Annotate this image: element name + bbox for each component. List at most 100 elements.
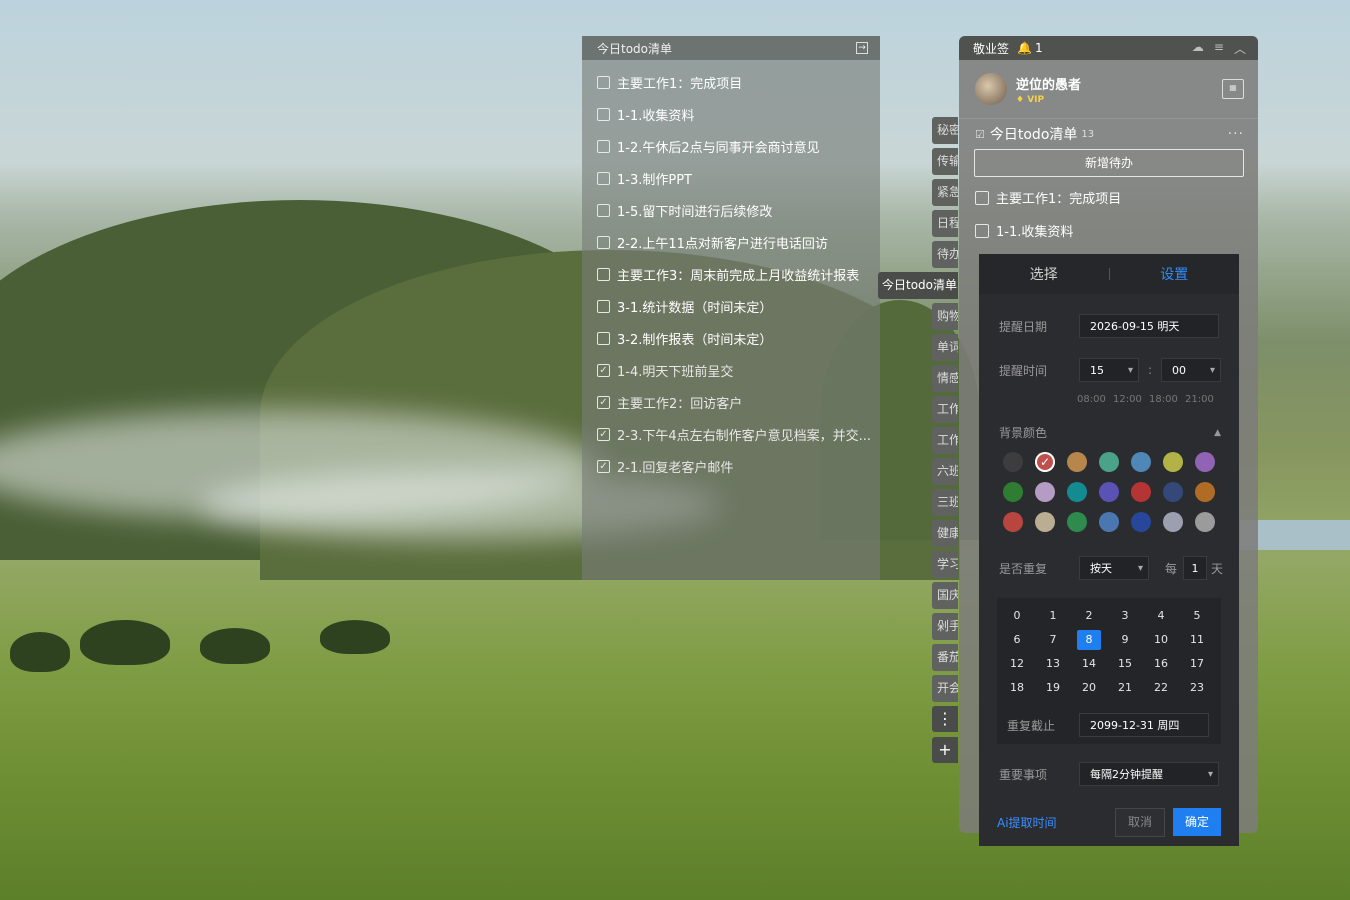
hour-cell[interactable]: 12	[1005, 654, 1029, 674]
menu-icon[interactable]: ≡	[1214, 40, 1224, 57]
color-swatch[interactable]	[1131, 512, 1151, 532]
checked-checkbox[interactable]: ✓	[597, 459, 610, 473]
side-tab[interactable]: 紧急	[932, 179, 958, 206]
checkbox[interactable]	[597, 139, 610, 153]
quick-times[interactable]: 08:00 12:00 18:00 21:00	[1077, 394, 1214, 405]
todo-item[interactable]: 2-2.上午11点对新客户进行电话回访	[582, 226, 880, 258]
checkbox[interactable]	[975, 190, 989, 205]
checkbox[interactable]	[597, 331, 610, 345]
repeat-end-input[interactable]: 2099-12-31 周四	[1079, 713, 1209, 737]
hour-cell[interactable]: 8	[1077, 630, 1101, 650]
calendar-icon[interactable]: ▦	[1222, 79, 1244, 99]
side-tab[interactable]: 三班	[932, 489, 958, 516]
color-swatch[interactable]	[1099, 482, 1119, 502]
side-tab[interactable]: 开会	[932, 675, 958, 702]
hour-cell[interactable]: 0	[1005, 606, 1029, 626]
color-swatch[interactable]	[1195, 482, 1215, 502]
cloud-sync-icon[interactable]: ☁	[1192, 40, 1204, 57]
hour-cell[interactable]: 20	[1077, 678, 1101, 698]
color-swatch[interactable]	[1195, 452, 1215, 472]
side-tab-active[interactable]: 今日todo清单	[878, 272, 958, 299]
hour-cell[interactable]: 15	[1113, 654, 1137, 674]
checkbox[interactable]	[597, 235, 610, 249]
hour-cell[interactable]: 16	[1149, 654, 1173, 674]
side-tab[interactable]: 待办	[932, 241, 958, 268]
checked-checkbox[interactable]: ✓	[597, 427, 610, 441]
hour-cell[interactable]: 10	[1149, 630, 1173, 650]
hour-cell[interactable]: 17	[1185, 654, 1209, 674]
hour-cell[interactable]: 7	[1041, 630, 1065, 650]
remind-date-input[interactable]: 2026-09-15 明天	[1079, 314, 1219, 338]
side-tab[interactable]: 学习	[932, 551, 958, 578]
checkbox[interactable]	[597, 299, 610, 313]
color-swatch[interactable]	[1035, 512, 1055, 532]
color-swatch[interactable]	[1195, 512, 1215, 532]
todo-item[interactable]: ✓ 2-3.下午4点左右制作客户意见档案，并交...	[582, 418, 880, 450]
side-tab[interactable]: 购物	[932, 303, 958, 330]
side-tab[interactable]: 番茄	[932, 644, 958, 671]
color-swatch[interactable]	[1131, 452, 1151, 472]
repeat-select[interactable]: 按天	[1079, 556, 1149, 581]
more-icon[interactable]: ···	[1228, 126, 1244, 142]
add-todo-button[interactable]: 新增待办	[974, 149, 1244, 177]
collapse-icon[interactable]: ︿	[1234, 40, 1246, 57]
collapse-arrow-icon[interactable]: ▲	[1214, 428, 1221, 438]
color-swatch[interactable]	[1003, 482, 1023, 502]
hour-cell[interactable]: 22	[1149, 678, 1173, 698]
app-todo-item[interactable]: 主要工作1：完成项目	[959, 181, 1258, 214]
every-input[interactable]: 1	[1183, 556, 1208, 580]
hour-cell[interactable]: 5	[1185, 606, 1209, 626]
todo-item[interactable]: 主要工作3：周末前完成上月收益统计报表	[582, 258, 880, 290]
ai-extract-time-link[interactable]: Ai提取时间	[997, 814, 1057, 831]
color-swatch[interactable]	[1067, 452, 1087, 472]
todo-item[interactable]: 1-2.午休后2点与同事开会商讨意见	[582, 130, 880, 162]
checkbox[interactable]	[597, 267, 610, 281]
hour-cell[interactable]: 4	[1149, 606, 1173, 626]
side-tab[interactable]: 六班	[932, 458, 958, 485]
todo-item[interactable]: 3-1.统计数据（时间未定）	[582, 290, 880, 322]
color-swatch[interactable]	[1035, 482, 1055, 502]
side-tab[interactable]: 剁手	[932, 613, 958, 640]
color-swatch[interactable]	[1003, 452, 1023, 472]
checkbox[interactable]	[597, 203, 610, 217]
checkbox[interactable]	[597, 107, 610, 121]
todo-item[interactable]: ✓ 2-1.回复老客户邮件	[582, 450, 880, 482]
tab-select[interactable]: 选择	[979, 264, 1109, 284]
todo-item[interactable]: 3-2.制作报表（时间未定）	[582, 322, 880, 354]
color-swatch-selected[interactable]: ✓	[1035, 452, 1055, 472]
color-swatch[interactable]	[1163, 512, 1183, 532]
color-swatch[interactable]	[1067, 482, 1087, 502]
color-swatch[interactable]	[1099, 512, 1119, 532]
hour-cell[interactable]: 3	[1113, 606, 1137, 626]
cancel-button[interactable]: 取消	[1115, 808, 1165, 837]
color-swatch[interactable]	[1163, 482, 1183, 502]
hour-cell[interactable]: 1	[1041, 606, 1065, 626]
todo-item[interactable]: ✓ 1-4.明天下班前呈交	[582, 354, 880, 386]
hour-select[interactable]: 15	[1079, 358, 1139, 383]
hour-cell[interactable]: 18	[1005, 678, 1029, 698]
minute-select[interactable]: 00	[1161, 358, 1222, 383]
hour-cell[interactable]: 2	[1077, 606, 1101, 626]
side-tab[interactable]: 日程	[932, 210, 958, 237]
hour-cell[interactable]: 11	[1185, 630, 1209, 650]
side-tab[interactable]: 传输	[932, 148, 958, 175]
color-swatch[interactable]	[1003, 512, 1023, 532]
hour-cell[interactable]: 23	[1185, 678, 1209, 698]
tab-settings[interactable]: 设置	[1110, 264, 1240, 284]
hour-cell[interactable]: 6	[1005, 630, 1029, 650]
side-tab[interactable]: 单词	[932, 334, 958, 361]
checked-checkbox[interactable]: ✓	[597, 363, 610, 377]
bell-icon[interactable]: 🔔	[1017, 41, 1032, 55]
color-swatch[interactable]	[1131, 482, 1151, 502]
side-tab[interactable]: 工作	[932, 427, 958, 454]
important-select[interactable]: 每隔2分钟提醒	[1079, 762, 1219, 787]
color-swatch[interactable]	[1099, 452, 1119, 472]
hour-cell[interactable]: 13	[1041, 654, 1065, 674]
hour-cell[interactable]: 14	[1077, 654, 1101, 674]
add-tab-icon[interactable]: +	[932, 737, 958, 763]
todo-item[interactable]: 1-3.制作PPT	[582, 162, 880, 194]
todo-item[interactable]: 1-5.留下时间进行后续修改	[582, 194, 880, 226]
avatar[interactable]	[975, 73, 1007, 105]
checked-checkbox[interactable]: ✓	[597, 395, 610, 409]
checkbox[interactable]	[975, 223, 989, 238]
